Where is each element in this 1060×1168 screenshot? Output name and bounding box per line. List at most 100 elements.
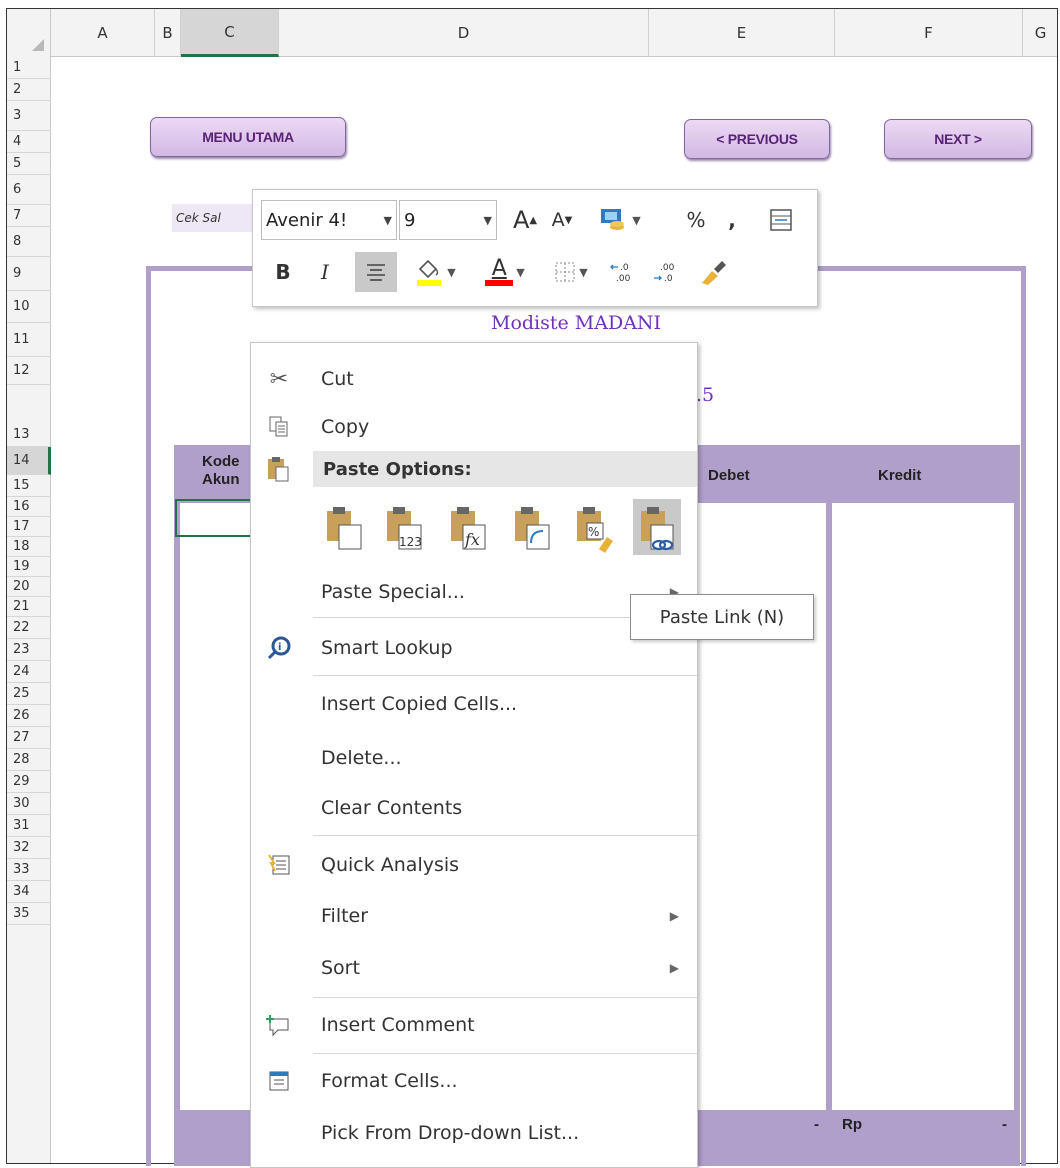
column-headers: A B C D E F G (7, 9, 1057, 57)
row-header[interactable]: 8 (7, 227, 51, 257)
row-header[interactable]: 34 (7, 881, 51, 903)
row-header[interactable]: 27 (7, 727, 51, 749)
row-header[interactable]: 2 (7, 79, 51, 101)
row-header[interactable]: 25 (7, 683, 51, 705)
row-header[interactable]: 1 (7, 57, 51, 79)
paste-icon[interactable] (321, 499, 369, 555)
paste-link-icon[interactable] (633, 499, 681, 555)
merge-center-button[interactable] (761, 200, 801, 240)
row-header[interactable]: 26 (7, 705, 51, 727)
menu-item-format-cells[interactable]: Format Cells... (251, 1055, 697, 1107)
menu-item-filter[interactable]: Filter ▶ (251, 891, 697, 941)
row-header[interactable]: 23 (7, 639, 51, 661)
row-header[interactable]: 29 (7, 771, 51, 793)
previous-button[interactable]: < PREVIOUS (684, 119, 830, 159)
row-header[interactable]: 11 (7, 323, 51, 357)
menu-separator (313, 675, 697, 676)
row-header[interactable]: 6 (7, 175, 51, 205)
chevron-right-icon: ▶ (669, 961, 679, 975)
row-header[interactable]: 7 (7, 205, 51, 227)
row-header[interactable]: 28 (7, 749, 51, 771)
menu-item-label: Filter (321, 905, 369, 927)
fill-color-button[interactable]: ▼ (405, 252, 465, 292)
chevron-down-icon: ▼ (632, 213, 641, 227)
italic-button[interactable]: I (307, 252, 343, 292)
column-header-e[interactable]: E (649, 9, 835, 57)
insert-comment-icon (263, 1009, 295, 1041)
selected-cell[interactable] (175, 499, 255, 537)
row-header[interactable]: 32 (7, 837, 51, 859)
menu-item-quick-analysis[interactable]: Quick Analysis (251, 839, 697, 891)
font-size-box[interactable]: 9 ▼ (399, 200, 497, 240)
chevron-down-icon[interactable]: ▼ (384, 214, 392, 227)
comma-style-button[interactable]: , (717, 200, 747, 240)
accounting-format-icon (601, 209, 625, 230)
row-header[interactable]: 17 (7, 517, 51, 537)
menu-item-copy[interactable]: Copy (251, 405, 697, 449)
increase-decimal-icon: .0 .00 (610, 263, 631, 284)
row-header-selected[interactable]: 14 (7, 447, 51, 475)
row-header[interactable]: 30 (7, 793, 51, 815)
menu-item-insert-comment[interactable]: Insert Comment (251, 999, 697, 1051)
row-header[interactable]: 3 (7, 101, 51, 131)
menu-item-clear-contents[interactable]: Clear Contents (251, 783, 697, 833)
paste-transpose-icon[interactable] (509, 499, 557, 555)
row-header[interactable]: 35 (7, 903, 51, 925)
column-header-b[interactable]: B (155, 9, 181, 57)
row-header[interactable]: 22 (7, 617, 51, 639)
menu-item-label: Insert Comment (321, 1014, 475, 1036)
percent-style-button[interactable]: % (679, 200, 713, 240)
row-header[interactable]: 4 (7, 131, 51, 153)
menu-item-sort[interactable]: Sort ▶ (251, 943, 697, 993)
bold-button[interactable]: B (265, 252, 301, 292)
paste-options-header: Paste Options: (313, 451, 697, 487)
row-header[interactable]: 21 (7, 597, 51, 617)
grow-font-button[interactable]: A ▲ (507, 200, 543, 240)
menu-item-pick-from-list[interactable]: Pick From Drop-down List... (251, 1107, 697, 1159)
paste-values-icon[interactable]: 123 (381, 499, 429, 555)
row-header[interactable]: 13 (7, 385, 51, 447)
row-header[interactable]: 24 (7, 661, 51, 683)
smart-lookup-icon: i (263, 632, 295, 664)
row-header[interactable]: 19 (7, 557, 51, 577)
svg-text:.00: .00 (616, 274, 631, 284)
format-painter-button[interactable] (691, 252, 735, 292)
increase-decimal-button[interactable]: .0 .00 (605, 252, 643, 292)
column-header-d[interactable]: D (279, 9, 649, 57)
row-header[interactable]: 16 (7, 497, 51, 517)
row-header[interactable]: 20 (7, 577, 51, 597)
paste-formulas-icon[interactable]: fx (445, 499, 493, 555)
menu-item-delete[interactable]: Delete... (251, 733, 697, 783)
header-debet: Debet (708, 467, 750, 484)
row-header[interactable]: 18 (7, 537, 51, 557)
row-header[interactable]: 12 (7, 357, 51, 385)
column-header-f[interactable]: F (835, 9, 1023, 57)
chevron-down-icon[interactable]: ▼ (484, 214, 492, 227)
row-header[interactable]: 10 (7, 291, 51, 323)
row-header[interactable]: 9 (7, 257, 51, 291)
row-header[interactable]: 33 (7, 859, 51, 881)
accounting-format-button[interactable]: ▼ (593, 200, 647, 240)
header-kode: Kode (202, 453, 240, 470)
decrease-decimal-button[interactable]: .00 .0 (647, 252, 685, 292)
menu-item-label: Clear Contents (321, 797, 463, 819)
next-button[interactable]: NEXT > (884, 119, 1032, 159)
column-header-a[interactable]: A (51, 9, 155, 57)
menu-item-cut[interactable]: ✂ Cut (251, 353, 697, 405)
row-header[interactable]: 15 (7, 475, 51, 497)
font-color-button[interactable]: A ▼ (477, 252, 533, 292)
font-name-box[interactable]: Avenir 4! ▼ (261, 200, 397, 240)
borders-button[interactable]: ▼ (543, 252, 599, 292)
center-align-button[interactable] (355, 252, 397, 292)
svg-text:%: % (588, 525, 599, 539)
shrink-font-button[interactable]: A ▼ (545, 200, 579, 240)
paste-formatting-icon[interactable]: % (571, 499, 619, 555)
select-all-corner[interactable] (7, 9, 51, 57)
row-header[interactable]: 31 (7, 815, 51, 837)
menu-item-insert-copied-cells[interactable]: Insert Copied Cells... (251, 679, 697, 729)
column-header-c[interactable]: C (181, 9, 279, 57)
row-header[interactable]: 5 (7, 153, 51, 175)
menu-utama-button[interactable]: MENU UTAMA (150, 117, 346, 157)
column-header-g[interactable]: G (1023, 9, 1057, 57)
menu-item-label: Cut (321, 368, 354, 390)
